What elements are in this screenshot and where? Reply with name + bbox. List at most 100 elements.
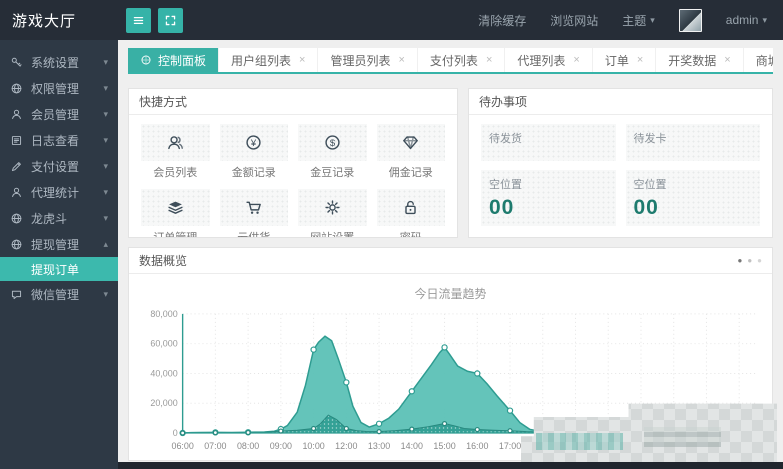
avatar[interactable] bbox=[678, 8, 702, 32]
shortcut-tile[interactable] bbox=[141, 124, 210, 161]
close-icon[interactable]: × bbox=[299, 54, 305, 66]
tab-label: 用户组列表 bbox=[231, 53, 292, 68]
svg-text:13:00: 13:00 bbox=[368, 441, 390, 451]
user-menu[interactable]: admin ▾ bbox=[726, 13, 767, 27]
shortcut-tile[interactable] bbox=[219, 189, 288, 226]
sidebar-item[interactable]: 系统设置 ▾ bbox=[0, 49, 118, 75]
tab-active[interactable]: 控制面板 bbox=[128, 48, 219, 72]
close-icon[interactable]: × bbox=[486, 54, 492, 66]
close-icon[interactable]: × bbox=[573, 54, 579, 66]
shortcut-label: 云供货 bbox=[237, 232, 271, 238]
tab[interactable]: 管理员列表 × bbox=[317, 48, 417, 72]
shortcut-label: 网站设置 bbox=[310, 232, 355, 238]
sidebar-item-label: 日志查看 bbox=[31, 133, 80, 148]
clear-cache-link[interactable]: 清除缓存 bbox=[478, 12, 526, 29]
sidebar-item-label: 系统设置 bbox=[31, 55, 80, 70]
sidebar-subitem-active[interactable]: 提现订单 bbox=[0, 257, 118, 281]
app-title: 游戏大厅 bbox=[12, 12, 77, 30]
overview-panel-header: 数据概览 ● ● ● bbox=[129, 248, 772, 274]
tab-bar: 控制面板用户组列表×管理员列表×支付列表×代理列表×订单×开奖数据×商城配置×系… bbox=[128, 48, 773, 74]
diamond-icon bbox=[403, 136, 419, 150]
expand-icon bbox=[165, 15, 176, 25]
svg-text:10:00: 10:00 bbox=[302, 441, 324, 451]
sidebar-item[interactable]: 会员管理 ▾ bbox=[0, 101, 118, 127]
todo-cell[interactable]: 待发卡 bbox=[625, 124, 760, 161]
shortcut-item[interactable]: 密码 bbox=[376, 189, 445, 238]
shortcut-label: 佣金记录 bbox=[388, 167, 433, 179]
shortcut-item[interactable]: 佣金记录 bbox=[376, 124, 445, 180]
panel-title: 数据概览 bbox=[139, 254, 188, 268]
globe-icon bbox=[11, 83, 22, 93]
shortcut-tile[interactable] bbox=[141, 189, 210, 226]
todo-count: 00 bbox=[633, 196, 659, 219]
sidebar-item[interactable]: 支付设置 ▾ bbox=[0, 153, 118, 179]
tab[interactable]: 支付列表 × bbox=[416, 48, 505, 72]
sidebar-item[interactable]: 代理统计 ▾ bbox=[0, 179, 118, 205]
shortcuts-panel-header: 快捷方式 bbox=[129, 89, 457, 115]
chevron-down-icon: ▾ bbox=[103, 212, 108, 223]
shortcut-item[interactable]: ¥ 金额记录 bbox=[219, 124, 288, 180]
svg-text:16:00: 16:00 bbox=[466, 441, 488, 451]
pen-icon bbox=[11, 161, 21, 171]
footer-bar bbox=[118, 462, 783, 469]
sidebar-item-label: 微信管理 bbox=[31, 287, 80, 302]
shortcut-tile[interactable] bbox=[376, 189, 445, 226]
panels-row: 快捷方式 会员列表 ¥ 金额记录 $ 金豆记录 佣金记录 订单管理 云供货 网站设置 密码 待办事… bbox=[128, 88, 773, 238]
globe-icon bbox=[11, 213, 22, 223]
fullscreen-button[interactable] bbox=[158, 7, 183, 33]
tab[interactable]: 开奖数据 × bbox=[655, 48, 743, 72]
sidebar-item[interactable]: 龙虎斗 ▾ bbox=[0, 205, 118, 231]
sidebar-item[interactable]: 权限管理 ▾ bbox=[0, 75, 118, 101]
shortcut-tile[interactable]: $ bbox=[298, 124, 367, 161]
todo-cell[interactable]: 空位置 00 bbox=[625, 170, 760, 226]
shortcut-label: 订单管理 bbox=[153, 232, 198, 238]
shortcut-tile[interactable] bbox=[376, 124, 445, 161]
shortcut-item[interactable]: $ 金豆记录 bbox=[298, 124, 367, 180]
svg-text:$: $ bbox=[330, 138, 336, 149]
chevron-down-icon: ▾ bbox=[103, 108, 108, 119]
main-content: 控制面板用户组列表×管理员列表×支付列表×代理列表×订单×开奖数据×商城配置×系… bbox=[118, 40, 783, 469]
shortcut-item[interactable]: 云供货 bbox=[219, 189, 288, 238]
svg-text:09:00: 09:00 bbox=[270, 441, 292, 451]
shortcut-item[interactable]: 订单管理 bbox=[141, 189, 210, 238]
close-icon[interactable]: × bbox=[398, 54, 404, 66]
sidebar: 系统设置 ▾ 权限管理 ▾ 会员管理 ▾ 日志查看 ▾ 支付设置 ▾ 代理统计 ▾ 龙虎斗 ▾ 提现管理 ▴ 提… bbox=[0, 40, 118, 469]
gear-icon bbox=[325, 200, 340, 215]
shortcut-item[interactable]: 会员列表 bbox=[141, 124, 210, 180]
browse-site-link[interactable]: 浏览网站 bbox=[550, 12, 598, 29]
tab-label: 商城配置 bbox=[755, 53, 773, 68]
sidebar-item-label: 支付设置 bbox=[31, 159, 80, 174]
todo-cell[interactable]: 待发货 bbox=[481, 124, 616, 161]
svg-text:08:00: 08:00 bbox=[237, 441, 259, 451]
tab[interactable]: 代理列表 × bbox=[504, 48, 592, 72]
shortcuts-grid: 会员列表 ¥ 金额记录 $ 金豆记录 佣金记录订单管理 云供货 网站设置 密码 bbox=[129, 115, 457, 238]
svg-text:60,000: 60,000 bbox=[150, 339, 177, 349]
close-icon[interactable]: × bbox=[724, 54, 730, 66]
shortcut-item[interactable]: 网站设置 bbox=[298, 189, 367, 238]
theme-menu-label: 主题 bbox=[622, 13, 647, 28]
overview-panel: 数据概览 ● ● ● 今日流量趋势 0 20,000 40,000 60,000 80,… bbox=[128, 247, 777, 469]
sidebar-toggle-button[interactable] bbox=[126, 7, 151, 33]
sidebar-item[interactable]: 微信管理 ▾ bbox=[0, 281, 118, 307]
todo-grid: 待发货 待发卡 空位置 00 空位置 00 bbox=[469, 115, 772, 235]
todo-cell[interactable]: 空位置 00 bbox=[481, 170, 616, 226]
shortcut-tile[interactable]: ¥ bbox=[219, 124, 288, 161]
chevron-down-icon: ▾ bbox=[650, 14, 655, 25]
tab[interactable]: 商城配置× bbox=[742, 48, 773, 72]
panel-control-dot-icon[interactable]: ● bbox=[737, 256, 742, 265]
todo-label: 待发货 bbox=[489, 133, 522, 145]
tab[interactable]: 订单 × bbox=[591, 48, 656, 72]
svg-text:20,000: 20,000 bbox=[150, 398, 177, 408]
shortcut-label: 密码 bbox=[399, 232, 422, 238]
panel-control-dot-icon[interactable]: ● bbox=[747, 256, 752, 265]
tab[interactable]: 用户组列表 × bbox=[218, 48, 318, 72]
panel-control-dot-icon[interactable]: ● bbox=[757, 256, 762, 265]
sidebar-item[interactable]: 日志查看 ▾ bbox=[0, 127, 118, 153]
theme-menu[interactable]: 主题 ▾ bbox=[622, 12, 655, 29]
svg-text:06:00: 06:00 bbox=[171, 441, 193, 451]
log-icon bbox=[11, 135, 22, 145]
user-menu-label: admin bbox=[725, 13, 759, 27]
shortcut-tile[interactable] bbox=[298, 189, 367, 226]
close-icon[interactable]: × bbox=[637, 54, 643, 66]
sidebar-item[interactable]: 提现管理 ▴ bbox=[0, 231, 118, 257]
